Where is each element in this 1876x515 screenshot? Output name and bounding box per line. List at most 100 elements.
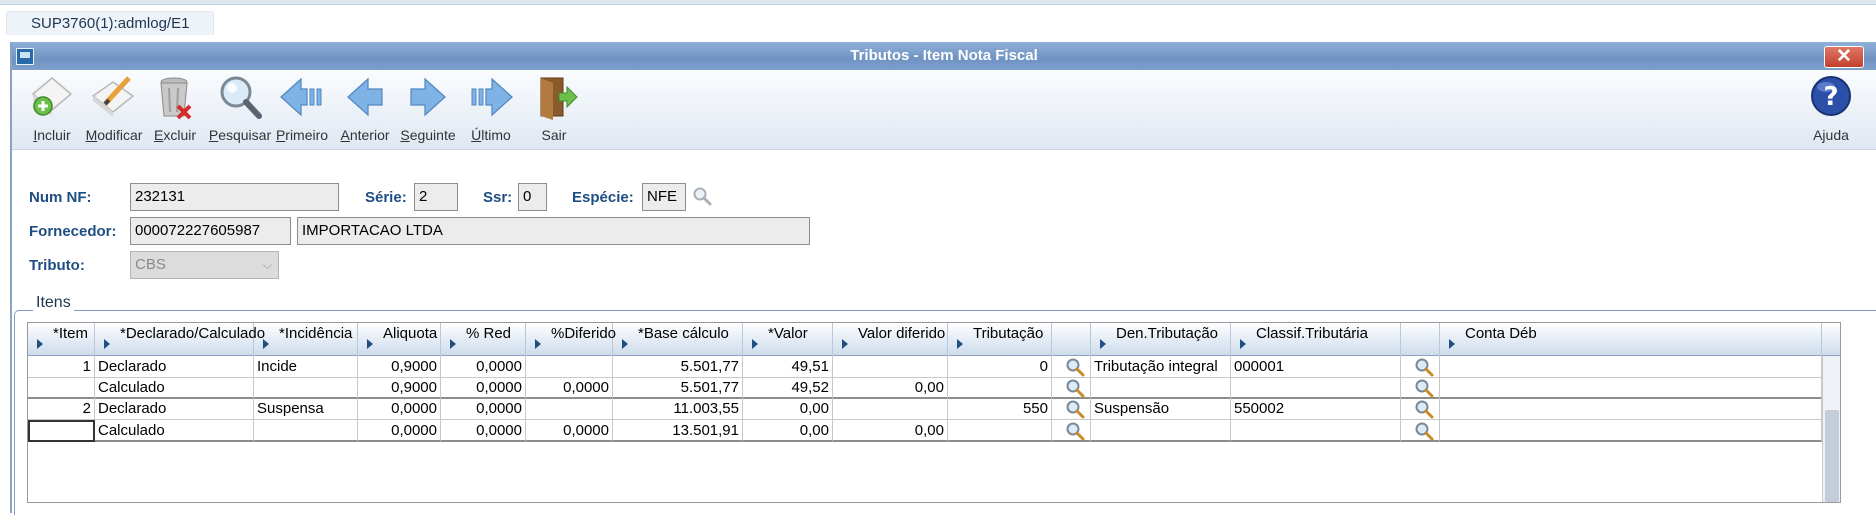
grid-cell[interactable]: 49,51 <box>743 356 833 378</box>
grid-cell[interactable]: 11.003,55 <box>613 398 743 421</box>
grid-cell[interactable] <box>1091 377 1231 400</box>
grid-cell[interactable]: 0,0000 <box>441 398 526 421</box>
column-header[interactable]: Classif.Tributária <box>1231 323 1401 356</box>
grid-cell[interactable]: 0,0000 <box>441 419 526 442</box>
serie-field[interactable]: 2 <box>414 183 458 211</box>
grid-cell[interactable] <box>254 419 358 442</box>
ajuda-button[interactable]: ? Ajuda <box>1797 72 1865 146</box>
zoom-icon[interactable] <box>1414 399 1434 419</box>
close-button[interactable]: ✕ <box>1824 46 1864 68</box>
lookup-cell[interactable] <box>1052 419 1091 442</box>
sair-button[interactable]: Sair <box>520 72 588 146</box>
grid-cell[interactable]: 49,52 <box>743 377 833 400</box>
grid-cell[interactable]: Declarado <box>95 356 254 378</box>
grid-cell[interactable] <box>254 377 358 400</box>
grid-cell[interactable]: Incide <box>254 356 358 378</box>
grid-cell[interactable] <box>28 419 95 442</box>
grid-cell[interactable]: 0,0000 <box>441 356 526 378</box>
grid-cell[interactable] <box>28 377 95 400</box>
especie-field[interactable]: NFE <box>642 183 686 211</box>
grid-cell[interactable]: 0,0000 <box>441 377 526 400</box>
column-header[interactable]: *Item <box>28 323 95 356</box>
column-header[interactable]: Tributação <box>948 323 1052 356</box>
column-header[interactable]: *Incidência <box>254 323 358 356</box>
grid-cell[interactable]: 0,00 <box>833 377 948 400</box>
ssr-field[interactable]: 0 <box>518 183 547 211</box>
lookup-cell[interactable] <box>1052 377 1091 400</box>
grid-cell[interactable] <box>1440 356 1822 378</box>
itens-label: Itens <box>33 294 74 312</box>
grid-cell[interactable]: 5.501,77 <box>613 356 743 378</box>
column-header[interactable]: Conta Déb <box>1440 323 1822 356</box>
grid-cell[interactable]: 000001 <box>1231 356 1401 378</box>
grid-cell[interactable] <box>1440 377 1822 400</box>
grid-cell[interactable] <box>526 356 613 378</box>
grid-cell[interactable]: Suspensa <box>254 398 358 421</box>
grid-cell[interactable]: 550 <box>948 398 1052 421</box>
lookup-cell[interactable] <box>1052 398 1091 421</box>
grid-cell[interactable]: 0,9000 <box>358 356 441 378</box>
grid-cell[interactable]: 0,00 <box>743 419 833 442</box>
grid-cell[interactable]: 550002 <box>1231 398 1401 421</box>
column-header[interactable] <box>1401 323 1440 356</box>
grid-cell[interactable]: 1 <box>28 356 95 378</box>
grid-cell[interactable]: 0 <box>948 356 1052 378</box>
grid-cell[interactable] <box>833 356 948 378</box>
vertical-scrollbar[interactable] <box>1822 356 1840 502</box>
grid-cell[interactable] <box>833 398 948 421</box>
grid-cell[interactable]: Suspensão <box>1091 398 1231 421</box>
lookup-cell[interactable] <box>1401 377 1440 400</box>
grid-cell[interactable] <box>1091 419 1231 442</box>
column-header[interactable]: %Diferido <box>526 323 616 356</box>
grid-cell[interactable]: 5.501,77 <box>613 377 743 400</box>
column-header[interactable]: *Base cálculo <box>613 323 743 356</box>
column-header[interactable]: Aliquota <box>358 323 441 356</box>
lookup-cell[interactable] <box>1401 419 1440 442</box>
grid-cell[interactable]: Calculado <box>95 377 254 400</box>
table-row[interactable]: Calculado 0,0000 0,0000 0,0000 13.501,91 0,00… <box>28 419 1822 445</box>
zoom-icon[interactable] <box>1065 357 1085 377</box>
column-header[interactable]: *Declarado/Calculado <box>95 323 265 356</box>
grid-cell[interactable] <box>1440 398 1822 421</box>
lookup-cell[interactable] <box>1401 356 1440 378</box>
grid-cell[interactable]: Declarado <box>95 398 254 421</box>
lookup-cell[interactable] <box>1401 398 1440 421</box>
session-tab[interactable]: SUP3760(1):admlog/E1 <box>6 11 215 35</box>
fornecedor-code-field[interactable]: 000072227605987 <box>130 217 291 245</box>
zoom-icon[interactable] <box>1414 378 1434 398</box>
grid-cell[interactable] <box>526 398 613 421</box>
grid-cell[interactable]: 0,00 <box>833 419 948 442</box>
lookup-cell[interactable] <box>1052 356 1091 378</box>
zoom-icon[interactable] <box>1065 378 1085 398</box>
column-header[interactable]: *Valor <box>743 323 833 356</box>
grid-cell[interactable] <box>1231 377 1401 400</box>
grid-cell[interactable] <box>948 377 1052 400</box>
grid-cell[interactable]: 0,9000 <box>358 377 441 400</box>
column-header[interactable]: Den.Tributação <box>1091 323 1231 356</box>
zoom-icon[interactable] <box>1414 357 1434 377</box>
column-header[interactable]: Valor diferido <box>833 323 948 356</box>
zoom-icon[interactable] <box>1065 421 1085 441</box>
grid-cell[interactable]: 0,0000 <box>526 377 613 400</box>
num-nf-field[interactable]: 232131 <box>130 183 339 211</box>
grid-cell[interactable]: 0,0000 <box>526 419 613 442</box>
grid-cell[interactable] <box>1231 419 1401 442</box>
grid-cell[interactable] <box>948 419 1052 442</box>
excluir-button[interactable]: Excluir <box>141 72 209 146</box>
grid-cell[interactable]: 0,00 <box>743 398 833 421</box>
column-header[interactable] <box>1052 323 1091 356</box>
grid-cell[interactable]: Calculado <box>95 419 254 442</box>
column-header[interactable]: % Red <box>441 323 526 356</box>
zoom-icon[interactable] <box>1065 399 1085 419</box>
especie-zoom-icon[interactable] <box>692 186 712 206</box>
grid-cell[interactable]: 13.501,91 <box>613 419 743 442</box>
zoom-icon[interactable] <box>1414 421 1434 441</box>
tributo-select[interactable]: CBS ⌵ <box>130 251 279 279</box>
grid-cell[interactable] <box>1440 419 1822 442</box>
grid-cell[interactable]: 2 <box>28 398 95 421</box>
grid-cell[interactable]: Tributação integral <box>1091 356 1231 378</box>
trash-icon <box>160 77 192 120</box>
grid-cell[interactable]: 0,0000 <box>358 398 441 421</box>
grid-cell[interactable]: 0,0000 <box>358 419 441 442</box>
scrollbar-thumb[interactable] <box>1825 410 1839 502</box>
